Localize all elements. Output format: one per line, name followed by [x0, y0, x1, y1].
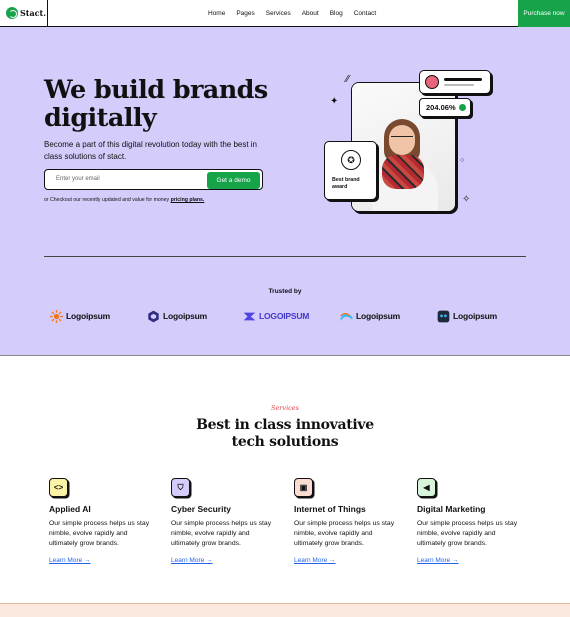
pricing-note-text: or Checkout our recently updated and val…: [44, 197, 170, 203]
email-input[interactable]: Enter your email: [56, 176, 100, 182]
get-demo-button[interactable]: Get a demo: [207, 172, 260, 189]
service-card-applied-ai: <> Applied AI Our simple process helps u…: [49, 478, 157, 567]
hero-subtitle: Become a part of this digital revolution…: [44, 140, 258, 161]
service-title: Applied AI: [49, 504, 91, 514]
learn-more-link[interactable]: Learn More →: [294, 557, 336, 564]
brand-logo[interactable]: Stact.: [0, 0, 48, 27]
pricing-note: or Checkout our recently updated and val…: [44, 197, 204, 203]
service-title: Cyber Security: [171, 504, 231, 514]
service-card-iot: ▣ Internet of Things Our simple process …: [294, 478, 402, 567]
services-label: Services: [271, 404, 299, 412]
star-icon: ✦: [330, 96, 339, 107]
sparkle-icon: ✧: [462, 194, 471, 205]
wing-logo-icon: [243, 312, 256, 320]
avatar: [425, 75, 439, 89]
main-menu: Home Pages Services About Blog Contact: [208, 0, 376, 27]
hero-divider: [44, 256, 526, 257]
growth-value: 204.06%: [426, 103, 456, 112]
partner-logo-4: Logoipsum: [340, 308, 400, 324]
service-description: Our simple process helps us stay nimble,…: [49, 520, 150, 547]
spark-icon: ⁄⁄: [346, 74, 350, 85]
megaphone-icon: ◀: [417, 478, 436, 497]
partner-logo-2: Logoipsum: [147, 308, 207, 324]
chip-icon: ▣: [294, 478, 313, 497]
pricing-plans-link[interactable]: pricing plans.: [171, 197, 205, 203]
nav-item-services[interactable]: Services: [266, 10, 291, 17]
hexagon-logo-icon: [148, 310, 159, 322]
services-title: Best in class innovative tech solutions: [196, 417, 374, 450]
ring-icon: ○: [460, 157, 465, 164]
partner-logos: Logoipsum Logoipsum LOGOIPSUM Logoipsum …: [0, 308, 570, 324]
service-card-digital-marketing: ◀ Digital Marketing Our simple process h…: [417, 478, 525, 567]
wave-logo-icon: [340, 312, 353, 321]
learn-more-link[interactable]: Learn More →: [49, 557, 91, 564]
partner-logo-5: Logoipsum: [437, 308, 497, 324]
learn-more-link[interactable]: Learn More →: [417, 557, 459, 564]
award-icon: ✪: [341, 150, 361, 170]
shield-icon: ⛉: [171, 478, 190, 497]
square-logo-icon: [437, 310, 450, 322]
service-description: Our simple process helps us stay nimble,…: [294, 520, 395, 547]
purchase-button[interactable]: Purchase now: [518, 0, 570, 27]
trusted-by-label: Trusted by: [268, 288, 302, 295]
growth-dot-icon: [458, 104, 466, 111]
nav-item-about[interactable]: About: [302, 10, 319, 17]
nav-item-blog[interactable]: Blog: [330, 10, 343, 17]
award-card: ✪ Best brand award: [324, 141, 377, 200]
learn-more-link[interactable]: Learn More →: [171, 557, 213, 564]
profile-card: [419, 70, 491, 94]
brand-icon: [6, 7, 18, 19]
service-description: Our simple process helps us stay nimble,…: [171, 520, 272, 547]
email-form: Enter your email Get a demo: [44, 169, 263, 190]
code-icon: <>: [49, 478, 68, 497]
service-title: Internet of Things: [294, 504, 366, 514]
next-section-band: [0, 603, 570, 617]
award-text: Best brand award: [332, 177, 360, 190]
hero-section: We build brands digitally Become a part …: [0, 27, 570, 356]
service-card-cyber-security: ⛉ Cyber Security Our simple process help…: [171, 478, 279, 567]
nav-item-contact[interactable]: Contact: [354, 10, 376, 17]
brand-name: Stact.: [20, 8, 47, 18]
service-title: Digital Marketing: [417, 504, 486, 514]
partner-logo-1: Logoipsum: [50, 308, 110, 324]
partner-logo-3: LOGOIPSUM: [243, 308, 309, 324]
hero-title: We build brands digitally: [44, 75, 268, 133]
top-nav: Stact. Home Pages Services About Blog Co…: [0, 0, 570, 27]
nav-item-home[interactable]: Home: [208, 10, 225, 17]
sun-logo-icon: [50, 309, 63, 323]
growth-badge: 204.06%: [419, 98, 471, 117]
nav-item-pages[interactable]: Pages: [236, 10, 254, 17]
service-description: Our simple process helps us stay nimble,…: [417, 520, 518, 547]
